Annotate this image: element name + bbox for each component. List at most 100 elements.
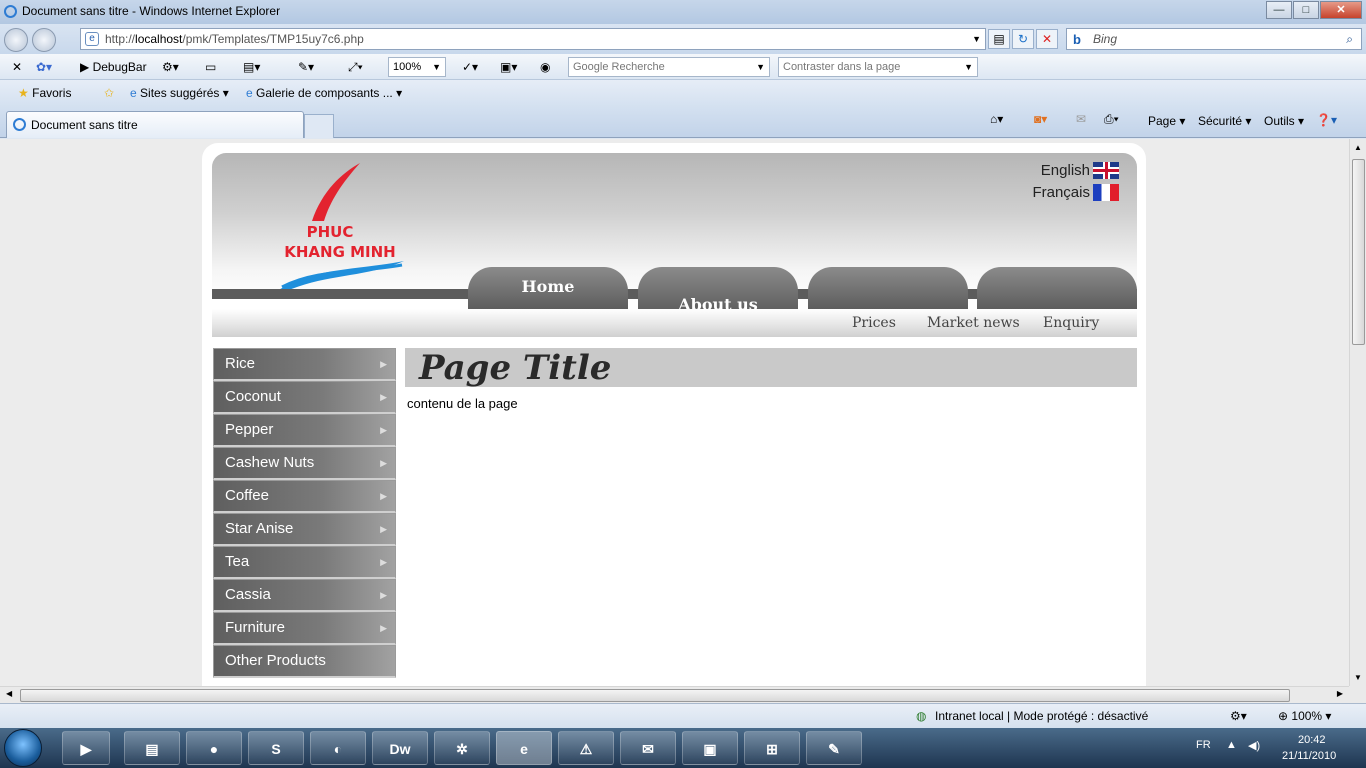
- gallery-button[interactable]: e Galerie de composants ... ▾: [246, 86, 402, 100]
- clock-time[interactable]: 20:42: [1298, 734, 1326, 746]
- tools-menu[interactable]: Outils ▾: [1264, 114, 1304, 128]
- network-icon[interactable]: ✲: [434, 731, 490, 765]
- print-preview-icon[interactable]: ▤▾: [243, 58, 260, 76]
- ruler-icon[interactable]: ▣▾: [500, 58, 517, 76]
- window-title: Document sans titre - Windows Internet E…: [22, 4, 281, 18]
- horizontal-scrollbar[interactable]: ◀ ▶: [0, 686, 1349, 703]
- page-menu[interactable]: Page ▾: [1148, 114, 1185, 128]
- resize-icon[interactable]: ⤢▾: [348, 58, 363, 76]
- print-icon[interactable]: ⎙▾: [1104, 112, 1119, 127]
- forward-button[interactable]: [32, 28, 56, 52]
- menu-item-coconut[interactable]: Coconut ▶: [213, 381, 396, 414]
- suggested-sites-button[interactable]: e Sites suggérés ▾: [130, 86, 229, 100]
- menu-item-other[interactable]: Other Products: [213, 645, 396, 678]
- scroll-down-icon[interactable]: ▼: [1354, 673, 1362, 682]
- vertical-scroll-thumb[interactable]: [1352, 159, 1365, 345]
- nav-tab-home[interactable]: Home: [468, 267, 628, 309]
- scroll-right-icon[interactable]: ▶: [1337, 689, 1343, 698]
- help-icon[interactable]: ❓▾: [1316, 113, 1337, 127]
- new-tab-button[interactable]: [304, 114, 334, 138]
- tray-expand-icon[interactable]: ▲: [1226, 739, 1237, 751]
- menu-item-coffee[interactable]: Coffee ▶: [213, 480, 396, 513]
- internet-explorer-icon[interactable]: e: [496, 731, 552, 765]
- lang-english[interactable]: English: [1032, 159, 1119, 181]
- add-favorite-icon[interactable]: ✩: [104, 86, 114, 100]
- nav-tab-4[interactable]: [977, 267, 1137, 309]
- menu-item-tea[interactable]: Tea ▶: [213, 546, 396, 579]
- close-window-button[interactable]: ✕: [1320, 1, 1362, 19]
- zoom-select[interactable]: 100% ▼: [388, 57, 446, 77]
- menu-item-furniture[interactable]: Furniture ▶: [213, 612, 396, 645]
- paint-icon[interactable]: ✎: [806, 731, 862, 765]
- thunderbird-icon[interactable]: ✉: [620, 731, 676, 765]
- subnav-prices[interactable]: Prices: [852, 315, 896, 331]
- lang-french[interactable]: Français: [1032, 181, 1119, 203]
- debugbar-button[interactable]: ▶ DebugBar: [80, 58, 147, 76]
- close-toolbar-icon[interactable]: ✕: [12, 58, 22, 76]
- menu-item-rice[interactable]: Rice ▶: [213, 348, 396, 381]
- arrow-right-icon: ▶: [380, 623, 387, 633]
- security-menu[interactable]: Sécurité ▾: [1198, 114, 1251, 128]
- scroll-left-icon[interactable]: ◀: [6, 689, 12, 698]
- zoom-status[interactable]: ⊕ 100% ▾: [1278, 704, 1331, 728]
- tools-menu-label: Outils: [1264, 114, 1295, 128]
- security-menu-label: Sécurité: [1198, 114, 1243, 128]
- explorer-icon[interactable]: ▤: [124, 731, 180, 765]
- page-icon: e: [85, 32, 99, 46]
- feeds-icon[interactable]: ◙▾: [1034, 112, 1047, 126]
- volume-icon[interactable]: ◀): [1248, 739, 1260, 752]
- menu-item-cashew[interactable]: Cashew Nuts ▶: [213, 447, 396, 480]
- nav-tab-3[interactable]: [808, 267, 968, 309]
- skype-icon[interactable]: S: [248, 731, 304, 765]
- media-player-icon[interactable]: ▶: [62, 731, 110, 765]
- arrow-right-icon: ▶: [380, 425, 387, 435]
- remote-desktop-icon[interactable]: ▣: [682, 731, 738, 765]
- favorites-button[interactable]: ★ Favoris: [18, 86, 71, 100]
- subnav-market-news[interactable]: Market news: [927, 315, 1020, 331]
- menu-item-pepper[interactable]: Pepper ▶: [213, 414, 396, 447]
- tab-current[interactable]: Document sans titre: [6, 111, 304, 138]
- tab-row: Document sans titre ⌂▾ ◙▾ ✉ ⎙▾ Page ▾ Sé…: [0, 108, 1366, 138]
- refresh-icon[interactable]: ↻: [1012, 29, 1034, 49]
- subnav-enquiry[interactable]: Enquiry: [1043, 315, 1099, 331]
- address-bar[interactable]: e http://localhost/pmk/Templates/TMP15uy…: [80, 28, 986, 50]
- nav-tab-about[interactable]: About us: [638, 267, 798, 314]
- vertical-scrollbar[interactable]: ▲ ▼: [1349, 139, 1366, 686]
- address-dropdown-icon[interactable]: ▼: [972, 29, 981, 49]
- ietester-icon[interactable]: ⚠: [558, 731, 614, 765]
- google-search-combo[interactable]: Google Recherche ▼: [568, 57, 770, 77]
- back-button[interactable]: [4, 28, 28, 52]
- windows-icon[interactable]: ⊞: [744, 731, 800, 765]
- mail-icon[interactable]: ✉: [1076, 112, 1086, 126]
- maximize-button[interactable]: □: [1293, 1, 1319, 19]
- clock-date[interactable]: 21/11/2010: [1282, 750, 1336, 762]
- apps-icon[interactable]: ✿▾: [36, 58, 52, 76]
- stop-icon[interactable]: ✕: [1036, 29, 1058, 49]
- validate-icon[interactable]: ✓▾: [462, 58, 478, 76]
- scroll-up-icon[interactable]: ▲: [1354, 143, 1362, 152]
- ie-tools-icon[interactable]: ⚙▾: [162, 58, 179, 76]
- menu-item-cassia[interactable]: Cassia ▶: [213, 579, 396, 612]
- language-indicator[interactable]: FR: [1196, 739, 1211, 751]
- ie-logo-icon: [4, 5, 17, 18]
- lang-french-label: Français: [1032, 183, 1090, 201]
- protected-mode-icon[interactable]: ⚙▾: [1230, 704, 1247, 728]
- home-icon[interactable]: ⌂▾: [990, 112, 1003, 126]
- contrast-combo[interactable]: Contraster dans la page ▼: [778, 57, 978, 77]
- eye-icon[interactable]: ◉: [540, 58, 550, 76]
- menu-item-star-anise[interactable]: Star Anise ▶: [213, 513, 396, 546]
- pen-icon[interactable]: ✎▾: [298, 58, 314, 76]
- save-icon[interactable]: ▭: [205, 58, 216, 76]
- security-zone[interactable]: Intranet local | Mode protégé : désactiv…: [935, 704, 1148, 728]
- search-box[interactable]: b Bing ⌕: [1066, 28, 1362, 50]
- chevron-down-icon: ▼: [964, 62, 973, 72]
- firefox-icon[interactable]: ●: [186, 731, 242, 765]
- logo-line2: KHANG MINH: [284, 243, 396, 261]
- minimize-button[interactable]: —: [1266, 1, 1292, 19]
- compat-view-icon[interactable]: ▤: [988, 29, 1010, 49]
- start-button[interactable]: [4, 729, 42, 767]
- wamp-icon[interactable]: ◐: [310, 731, 366, 765]
- search-icon[interactable]: ⌕: [1346, 29, 1353, 49]
- horizontal-scroll-thumb[interactable]: [20, 689, 1290, 702]
- dreamweaver-icon[interactable]: Dw: [372, 731, 428, 765]
